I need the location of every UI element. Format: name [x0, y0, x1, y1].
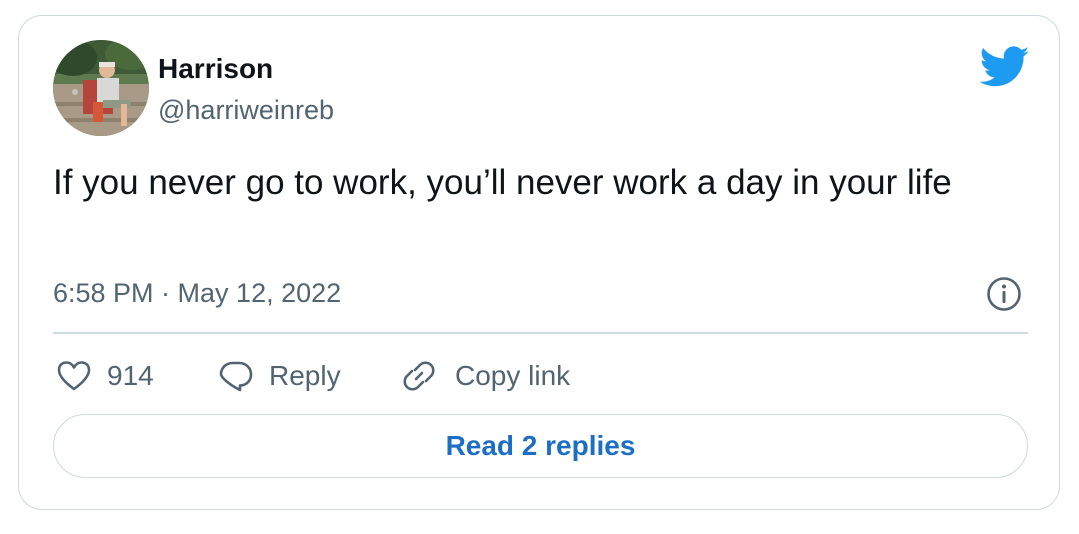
read-replies-button[interactable]: Read 2 replies	[53, 414, 1028, 478]
avatar-photo	[53, 40, 149, 136]
author-handle[interactable]: @harriweinreb	[158, 93, 334, 127]
reply-button[interactable]: Reply	[219, 354, 341, 398]
author-display-name[interactable]: Harrison	[158, 52, 273, 86]
copy-link-button[interactable]: Copy link	[399, 354, 570, 398]
tweet-text: If you never go to work, you’ll never wo…	[53, 163, 952, 202]
divider	[53, 332, 1028, 334]
speech-bubble-icon	[219, 361, 253, 392]
heart-icon	[57, 361, 91, 391]
link-icon	[403, 361, 435, 391]
reply-label: Reply	[269, 360, 341, 391]
twitter-bird-icon[interactable]	[980, 46, 1030, 88]
tweet-timestamp[interactable]: 6:58 PM · May 12, 2022	[53, 276, 341, 310]
tweet-card: Harrison @harriweinreb If you never go t…	[18, 15, 1060, 510]
info-icon[interactable]	[986, 276, 1022, 312]
copy-link-label: Copy link	[455, 360, 571, 391]
like-button[interactable]: 914	[57, 354, 154, 398]
avatar[interactable]	[53, 40, 149, 136]
like-count: 914	[107, 360, 154, 391]
